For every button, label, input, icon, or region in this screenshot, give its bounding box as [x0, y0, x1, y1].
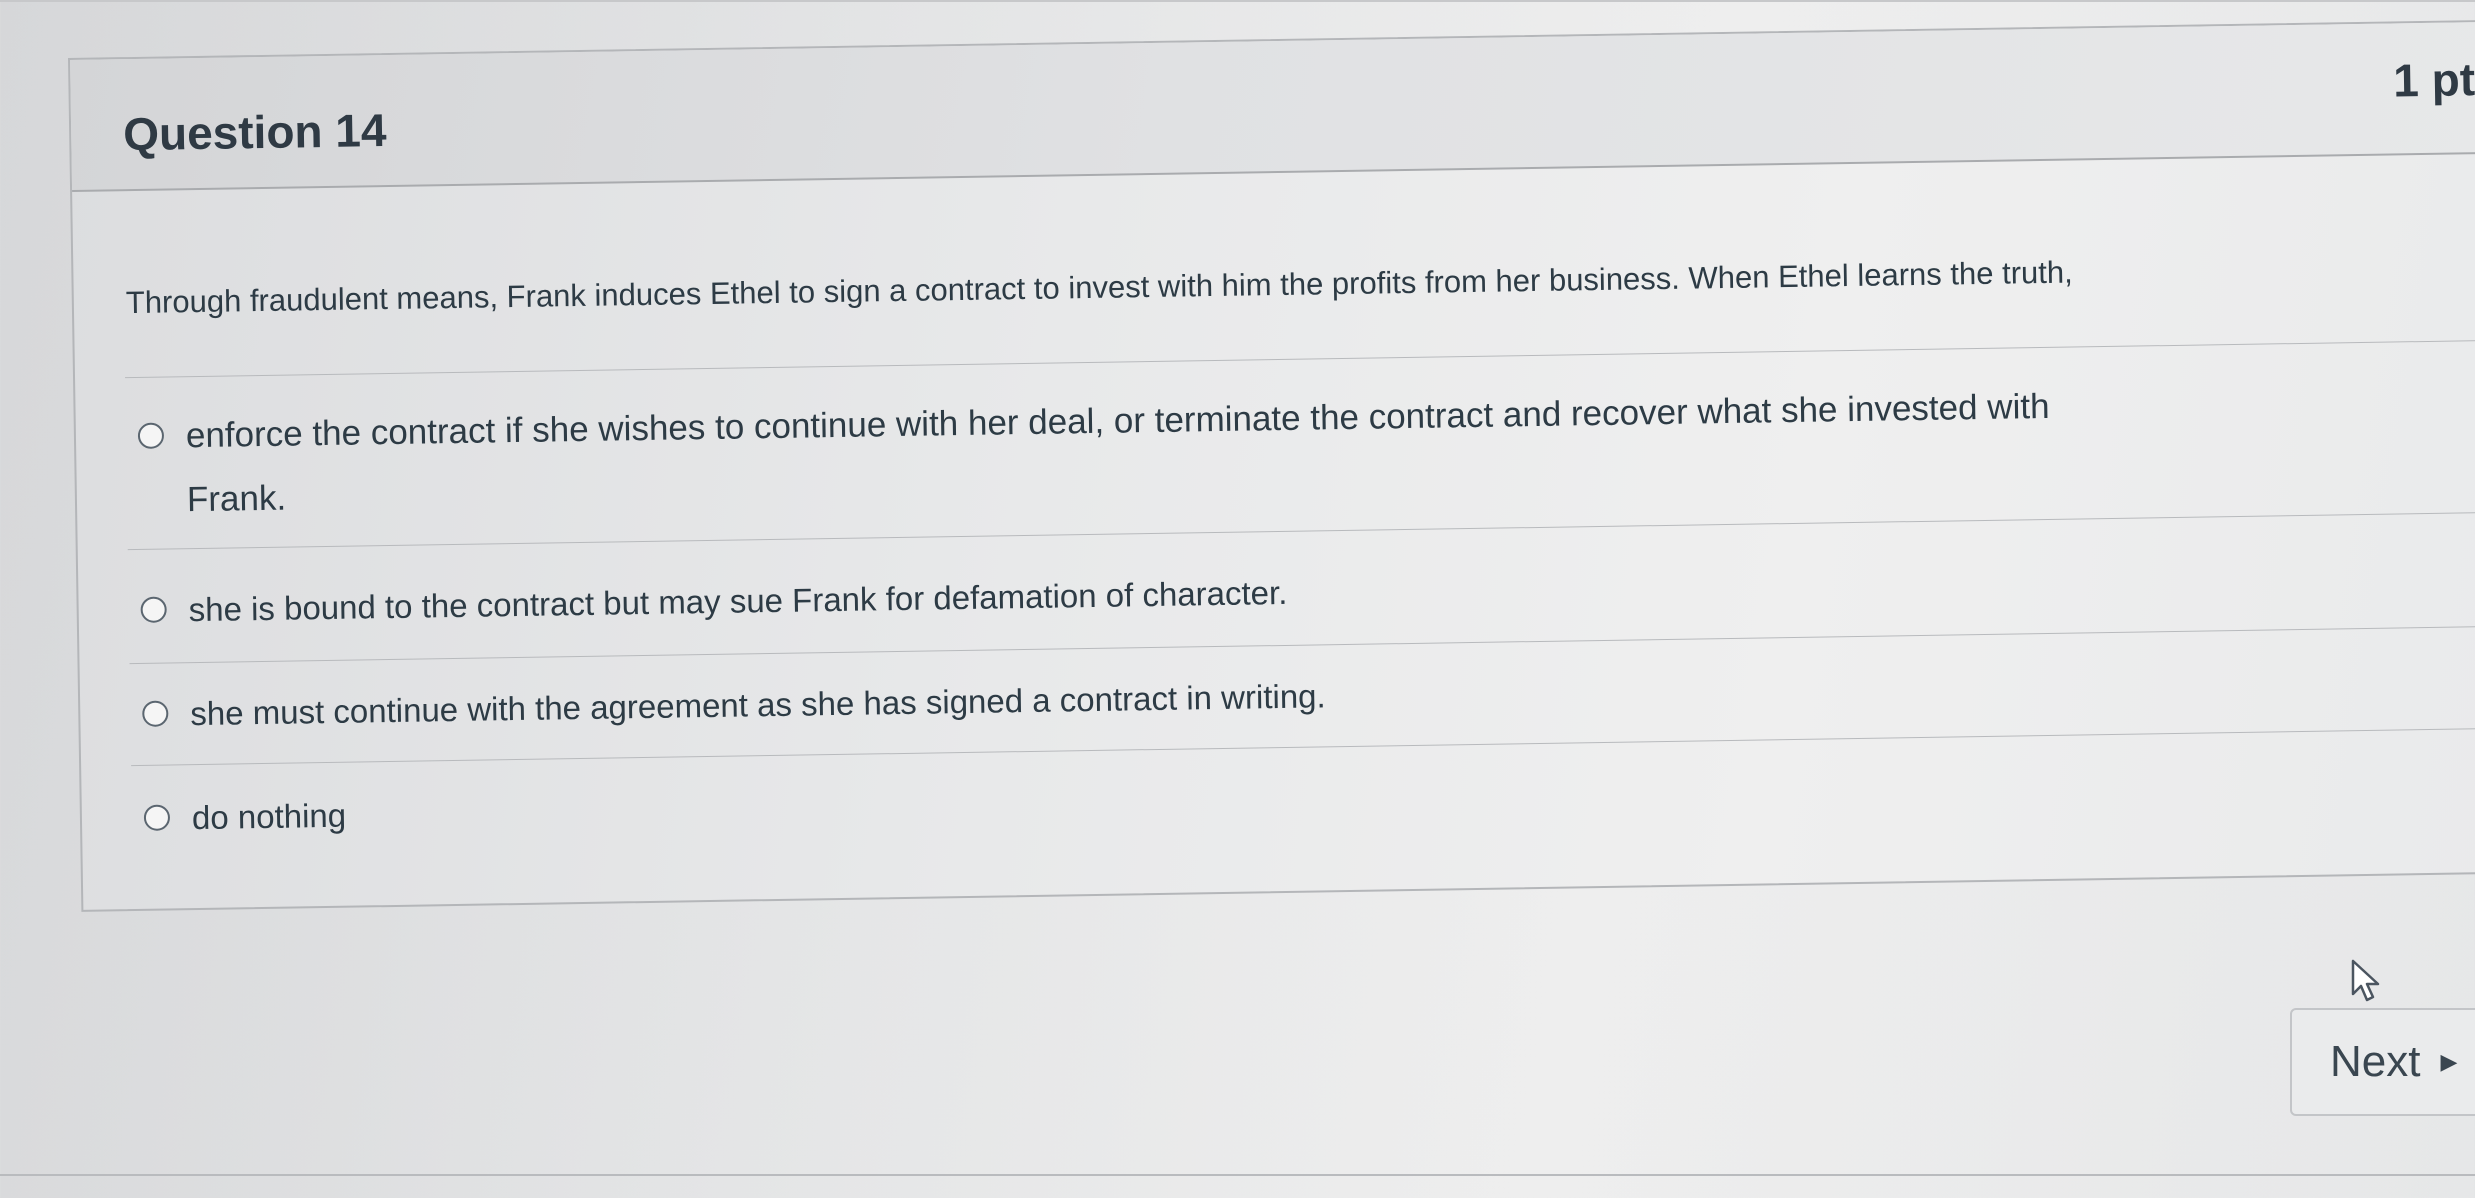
next-button-label: Next: [2330, 1037, 2421, 1086]
triangle-right-icon: ▶: [2440, 1049, 2458, 1074]
answer-option-2[interactable]: she is bound to the contract but may sue…: [140, 542, 2475, 643]
question-points: 1 pts: [2392, 52, 2475, 107]
radio-circle-icon[interactable]: [140, 596, 167, 623]
answer-option-4-label: do nothing: [191, 796, 347, 837]
top-divider: [0, 0, 2475, 2]
question-text: Through fraudulent means, Frank induces …: [125, 254, 2073, 321]
answer-option-2-label: she is bound to the contract but may sue…: [188, 573, 1288, 629]
bottom-divider: [0, 1174, 2475, 1176]
answer-option-3[interactable]: she must continue with the agreement as …: [142, 646, 2475, 747]
next-button[interactable]: Next ▶: [2290, 1008, 2475, 1116]
answer-option-3-label: she must continue with the agreement as …: [190, 677, 1326, 733]
question-card: Question 14 1 pts Through fraudulent mea…: [68, 19, 2475, 912]
question-title: Question 14: [122, 104, 387, 161]
radio-circle-icon[interactable]: [142, 700, 169, 727]
radio-circle-icon[interactable]: [137, 422, 165, 449]
answer-option-1[interactable]: enforce the contract if she wishes to co…: [137, 368, 2475, 533]
question-header: Question 14 1 pts: [70, 21, 2475, 192]
answer-option-4[interactable]: do nothing: [143, 750, 2475, 851]
mouse-pointer-icon: [2351, 959, 2380, 1002]
radio-circle-icon[interactable]: [143, 804, 171, 831]
answers-divider: [125, 339, 2475, 379]
